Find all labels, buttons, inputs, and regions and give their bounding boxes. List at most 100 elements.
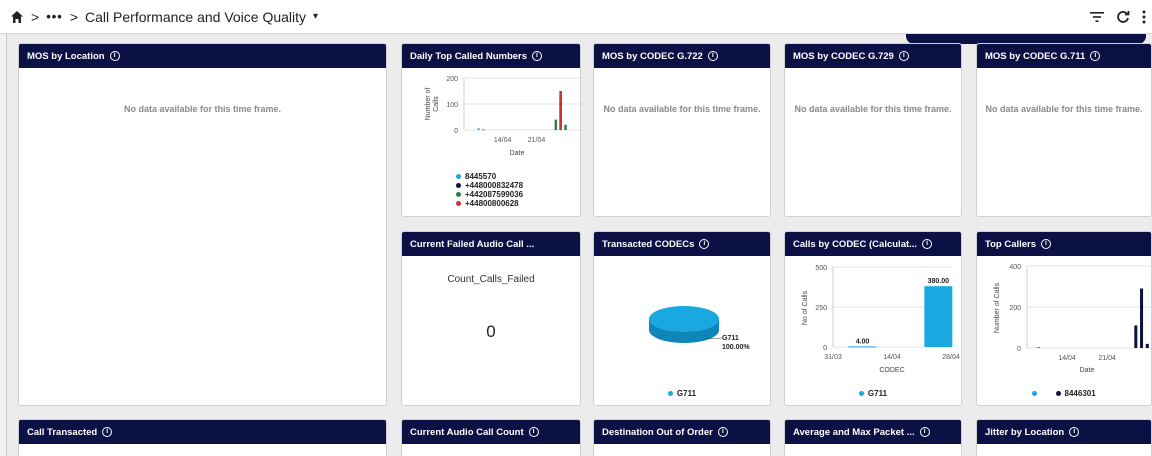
legend-item: +442087599036: [456, 190, 523, 199]
info-icon[interactable]: i: [102, 427, 113, 437]
home-icon[interactable]: [10, 10, 24, 24]
bar: [924, 286, 953, 347]
card-daily-top-called-numbers: Daily Top Called Numbers i 0 100 200 14/04 21…: [401, 43, 581, 217]
legend-item: +44800800628: [456, 199, 523, 208]
y-tick-label: 200: [1009, 305, 1021, 312]
card-top-callers: Top Callers i 0 200 400 14/04 21/04 Date Number…: [976, 231, 1152, 406]
card-title: Top Callers: [985, 238, 1037, 250]
info-icon[interactable]: i: [1090, 51, 1101, 61]
metric-label: Count_Calls_Failed: [447, 274, 535, 285]
card-destination-out-of-order: Destination Out of Order i: [593, 419, 771, 456]
chart-top-callers: 0 200 400 14/04 21/04Date Number of Calls: [994, 264, 1151, 374]
card-title: Average and Max Packet ...: [793, 426, 915, 438]
no-data-message: No data available for this time frame.: [985, 104, 1143, 114]
legend-label: +44800800628: [465, 199, 519, 208]
card-title: MOS by Location: [27, 50, 105, 62]
card-current-audio-call-count: Current Audio Call Count i: [401, 419, 581, 456]
chart-daily-top-called: 0 100 200 14/04 21/04Date Number of Calls: [425, 76, 580, 157]
legend-dot: [456, 174, 461, 179]
y-tick-label: 100: [446, 102, 458, 109]
card-header: Daily Top Called Numbers i: [402, 44, 580, 68]
info-icon[interactable]: i: [707, 51, 718, 61]
more-breadcrumb-button[interactable]: •••: [46, 9, 63, 24]
y-tick-label: 500: [815, 265, 827, 272]
y-axis-label: Calls: [433, 96, 440, 112]
card-header: MOS by CODEC G.711 i: [977, 44, 1151, 68]
card-mos-by-codec-g729: MOS by CODEC G.729 i No data available fo…: [784, 43, 962, 217]
legend-label: G711: [867, 389, 888, 398]
page-title[interactable]: Call Performance and Voice Quality: [85, 9, 306, 25]
x-axis-label: CODEC: [879, 367, 904, 374]
legend-label: +442087599036: [465, 190, 524, 199]
y-tick-label: 0: [1017, 346, 1021, 353]
legend-dot: [858, 391, 864, 397]
chart-legend: G711: [594, 389, 770, 398]
filter-icon[interactable]: [1090, 11, 1104, 23]
card-title: Destination Out of Order: [602, 426, 713, 438]
info-icon[interactable]: i: [919, 427, 930, 437]
bar: [554, 119, 558, 130]
bar: [482, 129, 485, 131]
bar: [848, 346, 877, 348]
info-icon[interactable]: i: [532, 51, 543, 61]
card-header: Destination Out of Order i: [594, 420, 770, 444]
info-icon[interactable]: i: [1069, 427, 1080, 437]
info-icon[interactable]: i: [898, 51, 909, 61]
card-header: Call Transacted i: [19, 420, 386, 444]
card-calls-by-codec: Calls by CODEC (Calculat... i 0 250 500 31/0…: [784, 231, 962, 406]
chevron-right-icon: >: [69, 8, 79, 25]
info-icon[interactable]: i: [528, 427, 539, 437]
card-header: MOS by Location i: [19, 44, 386, 68]
card-title: MOS by CODEC G.711: [985, 50, 1086, 62]
bar: [1140, 288, 1144, 348]
legend-dot: [667, 391, 673, 397]
x-tick-label: 14/04: [1058, 355, 1076, 362]
card-header: Average and Max Packet ... i: [785, 420, 961, 444]
x-tick-label: 31/03: [824, 354, 842, 361]
data-label: 4.00: [856, 338, 870, 345]
info-icon[interactable]: i: [922, 239, 933, 249]
chart-calls-by-codec: 0 250 500 31/03 14/04 28/04 4.00 380.00 CODEC No …: [802, 265, 960, 374]
x-tick-label: 14/04: [883, 354, 901, 361]
card-title: Call Transacted: [27, 426, 98, 438]
card-title: Current Failed Audio Call ...: [410, 238, 535, 250]
no-data-message: No data available for this time frame.: [603, 104, 761, 114]
chevron-right-icon: >: [31, 8, 40, 25]
no-data-message: No data available for this time frame.: [123, 104, 282, 114]
chart-legend: G711: [785, 389, 961, 398]
bar: [1145, 343, 1149, 348]
y-tick-label: 400: [1009, 264, 1021, 271]
info-icon[interactable]: i: [109, 51, 120, 61]
top-bar: > ••• > Call Performance and Voice Quali…: [0, 0, 1152, 34]
card-title: MOS by CODEC G.729: [793, 50, 894, 62]
card-title: Jitter by Location: [985, 426, 1065, 438]
caret-down-icon[interactable]: ▾: [313, 11, 318, 22]
card-mos-by-codec-g711: MOS by CODEC G.711 i No data available fo…: [976, 43, 1152, 217]
card-title: MOS by CODEC G.722: [602, 50, 703, 62]
legend-label: 8446301: [1064, 389, 1096, 398]
legend-item: +448000832478: [456, 181, 523, 190]
bar: [1036, 346, 1040, 348]
card-average-max-packet: Average and Max Packet ... i: [784, 419, 962, 456]
more-vertical-icon[interactable]: [1142, 10, 1146, 24]
toolbar-actions: [1090, 0, 1146, 34]
info-icon[interactable]: i: [1041, 239, 1052, 249]
card-title: Calls by CODEC (Calculat...: [793, 238, 918, 250]
x-tick-label: 28/04: [942, 354, 960, 361]
card-transacted-codecs: Transacted CODECs i G711 100.00% G711: [593, 231, 771, 406]
refresh-icon[interactable]: [1116, 10, 1130, 24]
card-title: Daily Top Called Numbers: [410, 50, 528, 62]
card-header: Top Callers i: [977, 232, 1151, 256]
slice-label: G711: [722, 335, 739, 342]
info-icon[interactable]: i: [699, 239, 710, 249]
chart-legend: 8446301: [977, 389, 1151, 398]
y-tick-label: 0: [454, 128, 458, 135]
bar: [477, 128, 480, 130]
chart-transacted-codecs: G711 100.00%: [649, 306, 750, 351]
card-header: Calls by CODEC (Calculat... i: [785, 232, 961, 256]
legend-dot: [1032, 391, 1038, 397]
info-icon[interactable]: i: [717, 427, 728, 437]
card-mos-by-codec-g722: MOS by CODEC G.722 i No data available fo…: [593, 43, 771, 217]
y-tick-label: 200: [446, 76, 458, 83]
slice-value-label: 100.00%: [722, 344, 750, 351]
